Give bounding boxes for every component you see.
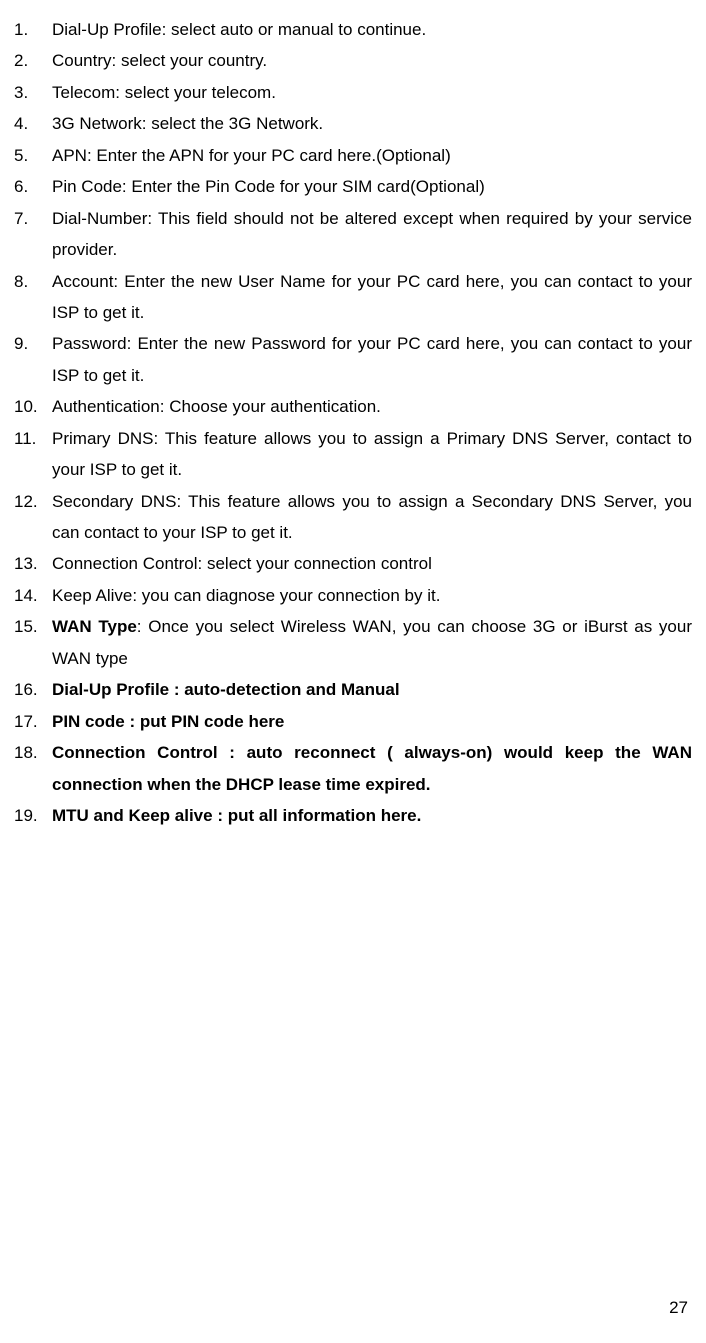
list-item: MTU and Keep alive : put all information… xyxy=(14,800,692,831)
list-item: Keep Alive: you can diagnose your connec… xyxy=(14,580,692,611)
numbered-list: Dial-Up Profile: select auto or manual t… xyxy=(14,14,692,831)
list-item: Pin Code: Enter the Pin Code for your SI… xyxy=(14,171,692,202)
list-item: APN: Enter the APN for your PC card here… xyxy=(14,140,692,171)
item-text: Keep Alive: you can diagnose your connec… xyxy=(52,580,692,611)
item-text: Pin Code: Enter the Pin Code for your SI… xyxy=(52,171,692,202)
page-number: 27 xyxy=(669,1292,688,1323)
item-text: Telecom: select your telecom. xyxy=(52,77,692,108)
item-text: Dial-Number: This field should not be al… xyxy=(52,203,692,266)
list-item: Telecom: select your telecom. xyxy=(14,77,692,108)
item-text: 3G Network: select the 3G Network. xyxy=(52,108,692,139)
list-item: 3G Network: select the 3G Network. xyxy=(14,108,692,139)
list-item: Authentication: Choose your authenticati… xyxy=(14,391,692,422)
item-text: Dial-Up Profile : auto-detection and Man… xyxy=(52,674,692,705)
item-text: Connection Control : auto reconnect ( al… xyxy=(52,737,692,800)
item-text: PIN code : put PIN code here xyxy=(52,706,692,737)
item-text: Authentication: Choose your authenticati… xyxy=(52,391,692,422)
item-text: Country: select your country. xyxy=(52,45,692,76)
item-text: WAN Type: Once you select Wireless WAN, … xyxy=(52,611,692,674)
list-item: Dial-Number: This field should not be al… xyxy=(14,203,692,266)
list-item: Primary DNS: This feature allows you to … xyxy=(14,423,692,486)
item-text: Primary DNS: This feature allows you to … xyxy=(52,423,692,486)
item-text: Password: Enter the new Password for you… xyxy=(52,328,692,391)
wan-type-label: WAN Type xyxy=(52,617,137,636)
wan-type-rest: : Once you select Wireless WAN, you can … xyxy=(52,617,692,667)
list-item: Secondary DNS: This feature allows you t… xyxy=(14,486,692,549)
item-text: Connection Control: select your connecti… xyxy=(52,548,692,579)
item-text: APN: Enter the APN for your PC card here… xyxy=(52,140,692,171)
item-text: Secondary DNS: This feature allows you t… xyxy=(52,486,692,549)
item-text: Dial-Up Profile: select auto or manual t… xyxy=(52,14,692,45)
item-text: MTU and Keep alive : put all information… xyxy=(52,800,692,831)
list-item: Connection Control: select your connecti… xyxy=(14,548,692,579)
list-item: WAN Type: Once you select Wireless WAN, … xyxy=(14,611,692,674)
list-item: Password: Enter the new Password for you… xyxy=(14,328,692,391)
list-item: PIN code : put PIN code here xyxy=(14,706,692,737)
list-item: Dial-Up Profile: select auto or manual t… xyxy=(14,14,692,45)
item-text: Account: Enter the new User Name for you… xyxy=(52,266,692,329)
list-item: Account: Enter the new User Name for you… xyxy=(14,266,692,329)
list-item: Country: select your country. xyxy=(14,45,692,76)
list-item: Connection Control : auto reconnect ( al… xyxy=(14,737,692,800)
list-item: Dial-Up Profile : auto-detection and Man… xyxy=(14,674,692,705)
